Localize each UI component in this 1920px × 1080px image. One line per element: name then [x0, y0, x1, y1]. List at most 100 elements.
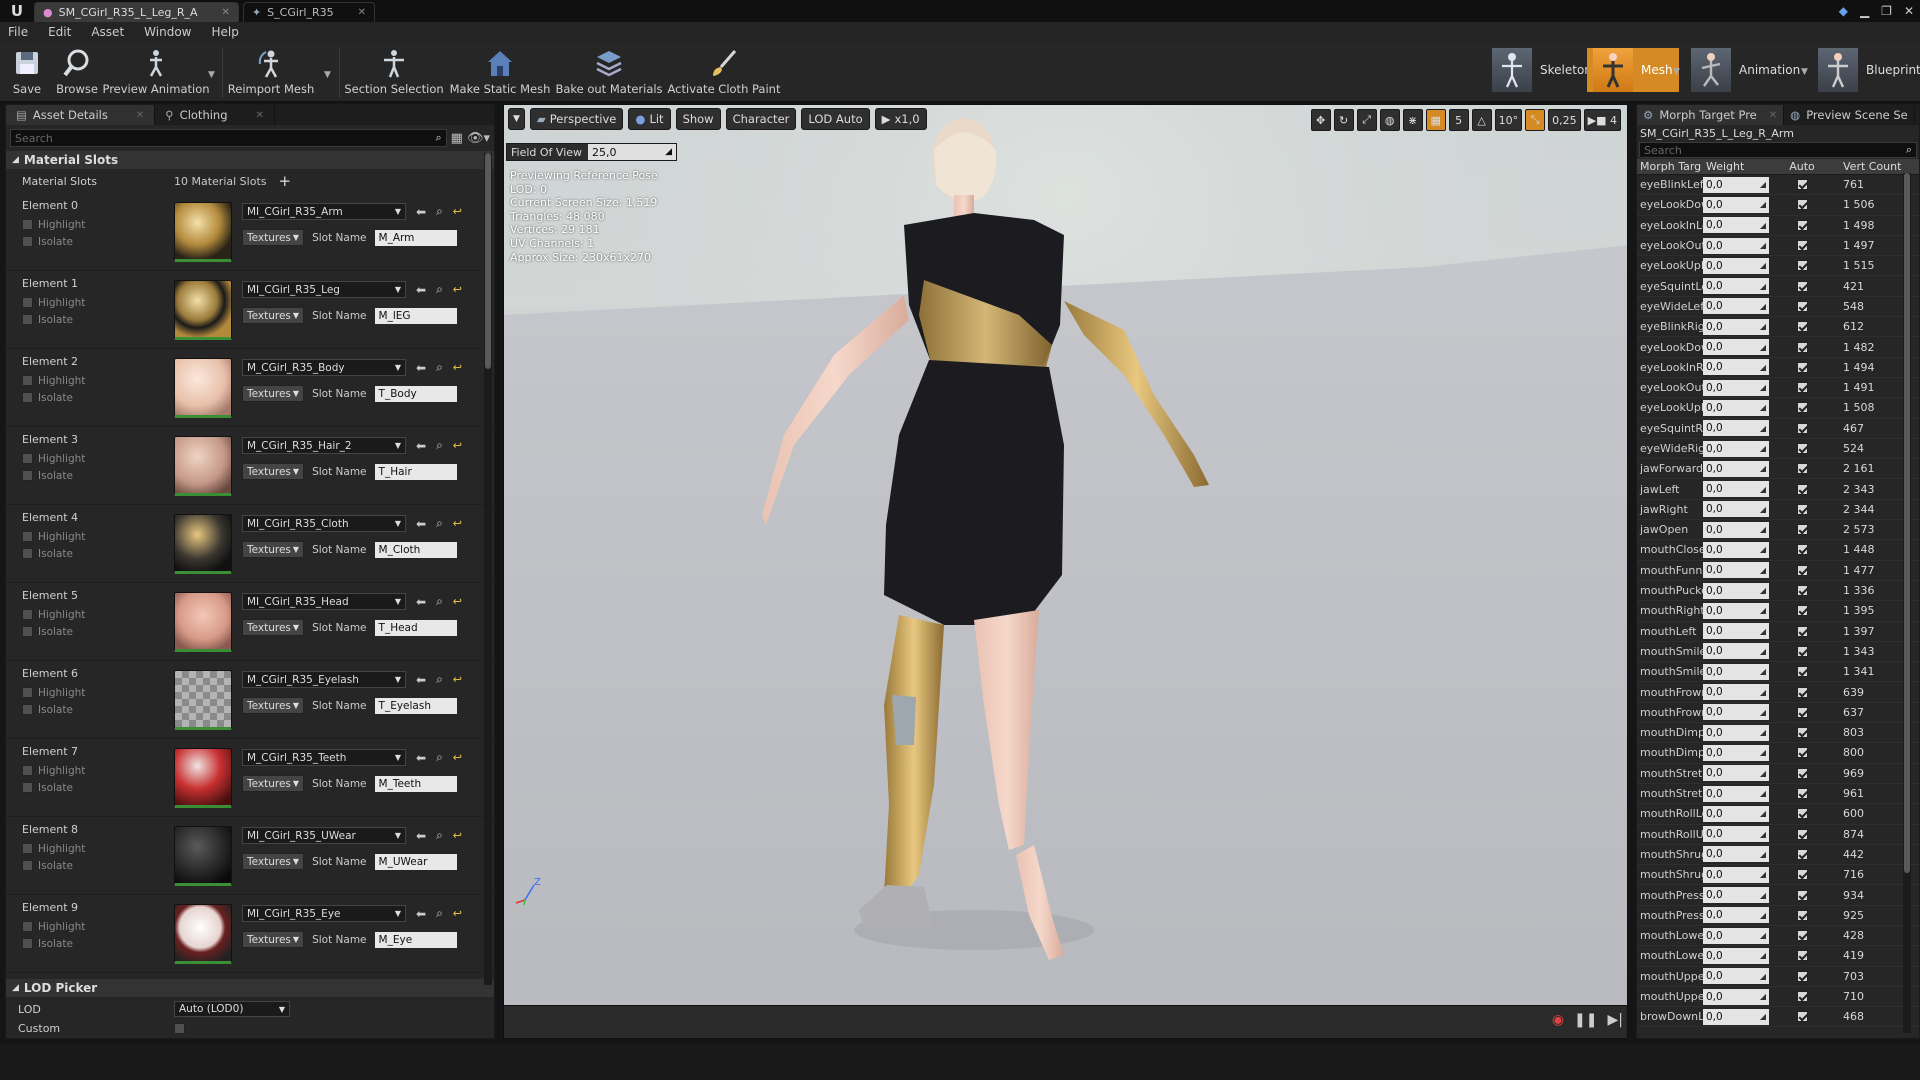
- fov-input[interactable]: 25,0 ◢: [588, 144, 677, 160]
- auto-checkbox[interactable]: [1796, 443, 1808, 454]
- material-dropdown[interactable]: MI_CGirl_R35_Leg ▼: [242, 281, 406, 298]
- weight-input[interactable]: 0,0 ◢: [1703, 278, 1769, 295]
- weight-input[interactable]: 0,0 ◢: [1703, 704, 1769, 721]
- lod-dropdown[interactable]: Auto (LOD0) ▼: [174, 1001, 290, 1017]
- highlight-checkbox[interactable]: [22, 843, 33, 854]
- show-button[interactable]: Show: [675, 108, 721, 130]
- highlight-checkbox[interactable]: [22, 765, 33, 776]
- custom-checkbox[interactable]: [174, 1022, 185, 1034]
- slot-name-input[interactable]: T_Head: [374, 619, 457, 636]
- weight-input[interactable]: 0,0 ◢: [1703, 318, 1769, 335]
- auto-checkbox[interactable]: [1796, 463, 1808, 475]
- translate-icon[interactable]: ✥: [1310, 109, 1331, 131]
- menu-window[interactable]: Window: [144, 25, 191, 39]
- bake-out-materials-button[interactable]: Bake out Materials: [555, 44, 663, 100]
- grid-snap-icon[interactable]: ▦: [1425, 109, 1446, 131]
- isolate-checkbox[interactable]: [22, 470, 33, 481]
- weight-input[interactable]: 0,0 ◢: [1703, 785, 1769, 802]
- weight-input[interactable]: 0,0 ◢: [1703, 805, 1769, 822]
- auto-checkbox[interactable]: [1796, 524, 1808, 536]
- browse-search-icon[interactable]: ⌕: [436, 516, 443, 531]
- weight-input[interactable]: 0,0 ◢: [1703, 582, 1769, 599]
- isolate-option[interactable]: Isolate: [22, 311, 174, 328]
- slot-name-input[interactable]: M_Arm: [374, 229, 457, 246]
- rotate-icon[interactable]: ↻: [1333, 109, 1354, 131]
- use-selected-arrow-icon[interactable]: ⬅: [416, 283, 426, 297]
- menu-asset[interactable]: Asset: [91, 25, 124, 39]
- reset-arrow-icon[interactable]: ↩: [453, 751, 462, 764]
- reset-arrow-icon[interactable]: ↩: [453, 283, 462, 296]
- browse-button[interactable]: Browse: [55, 44, 99, 100]
- textures-dropdown[interactable]: Textures ▼: [242, 307, 305, 324]
- scrollbar-thumb[interactable]: [1904, 173, 1910, 873]
- viewport-scene[interactable]: Z: [504, 105, 1627, 1007]
- auto-checkbox[interactable]: [1796, 991, 1808, 1003]
- isolate-option[interactable]: Isolate: [22, 779, 174, 796]
- auto-checkbox[interactable]: [1796, 869, 1808, 881]
- weight-input[interactable]: 0,0 ◢: [1703, 257, 1769, 274]
- reset-arrow-icon[interactable]: ↩: [453, 673, 462, 686]
- weight-input[interactable]: 0,0 ◢: [1703, 968, 1769, 985]
- browse-search-icon[interactable]: ⌕: [436, 594, 443, 609]
- highlight-option[interactable]: Highlight: [22, 684, 174, 701]
- viewport[interactable]: Z ▼ ▰ Perspective ● Lit Show Character LOD…: [503, 104, 1628, 1039]
- scale-snap-icon[interactable]: ⤡: [1525, 109, 1546, 131]
- auto-checkbox[interactable]: [1796, 199, 1808, 211]
- weight-input[interactable]: 0,0 ◢: [1703, 623, 1769, 640]
- weight-input[interactable]: 0,0 ◢: [1703, 399, 1769, 416]
- details-search-input[interactable]: Search ⌕: [10, 129, 447, 147]
- reset-arrow-icon[interactable]: ↩: [453, 829, 462, 842]
- tab-morph-target-preview[interactable]: ⚙ Morph Target Pre ✕: [1637, 105, 1785, 125]
- reset-arrow-icon[interactable]: ↩: [453, 361, 462, 374]
- playback-speed-button[interactable]: ▶ x1,0: [874, 108, 927, 130]
- reimport-mesh-button[interactable]: Reimport Mesh: [228, 44, 314, 100]
- slot-name-input[interactable]: M_Cloth: [374, 541, 457, 558]
- highlight-checkbox[interactable]: [22, 531, 33, 542]
- material-thumbnail[interactable]: [174, 670, 232, 730]
- auto-checkbox[interactable]: [1796, 544, 1808, 556]
- textures-dropdown[interactable]: Textures ▼: [242, 619, 305, 636]
- highlight-option[interactable]: Highlight: [22, 528, 174, 545]
- isolate-checkbox[interactable]: [22, 236, 33, 247]
- auto-checkbox[interactable]: [1796, 666, 1808, 678]
- material-dropdown[interactable]: MI_CGirl_R35_Arm ▼: [242, 203, 406, 220]
- section-selection-button[interactable]: Section Selection: [344, 44, 444, 100]
- browse-search-icon[interactable]: ⌕: [436, 828, 443, 843]
- textures-dropdown[interactable]: Textures ▼: [242, 775, 305, 792]
- auto-checkbox[interactable]: [1796, 686, 1808, 698]
- scale-icon[interactable]: ⤢: [1356, 109, 1377, 131]
- material-thumbnail[interactable]: [174, 904, 232, 964]
- weight-input[interactable]: 0,0 ◢: [1703, 196, 1769, 213]
- chevron-down-icon[interactable]: ▼: [1801, 67, 1808, 77]
- unreal-logo-icon[interactable]: U: [0, 0, 34, 22]
- auto-checkbox[interactable]: [1796, 889, 1808, 901]
- auto-checkbox[interactable]: [1796, 605, 1808, 617]
- menu-file[interactable]: File: [8, 25, 28, 39]
- auto-checkbox[interactable]: [1796, 950, 1808, 962]
- add-slot-icon[interactable]: +: [279, 172, 292, 190]
- use-selected-arrow-icon[interactable]: ⬅: [416, 673, 426, 687]
- feedback-icon[interactable]: ◆: [1839, 4, 1848, 18]
- isolate-option[interactable]: Isolate: [22, 467, 174, 484]
- weight-input[interactable]: 0,0 ◢: [1703, 501, 1769, 518]
- weight-input[interactable]: 0,0 ◢: [1703, 947, 1769, 964]
- tab-preview-scene-settings[interactable]: ◍ Preview Scene Se: [1784, 105, 1915, 125]
- highlight-checkbox[interactable]: [22, 375, 33, 386]
- auto-checkbox[interactable]: [1796, 422, 1808, 434]
- chevron-down-icon[interactable]: ▼: [324, 70, 331, 80]
- close-icon[interactable]: ✕: [136, 110, 144, 121]
- material-dropdown[interactable]: M_CGirl_R35_Eyelash ▼: [242, 671, 406, 688]
- highlight-option[interactable]: Highlight: [22, 450, 174, 467]
- textures-dropdown[interactable]: Textures ▼: [242, 463, 305, 480]
- weight-input[interactable]: 0,0 ◢: [1703, 602, 1769, 619]
- preview-animation-button[interactable]: Preview Animation: [102, 44, 210, 100]
- material-thumbnail[interactable]: [174, 514, 232, 574]
- auto-checkbox[interactable]: [1796, 909, 1808, 921]
- weight-input[interactable]: 0,0 ◢: [1703, 663, 1769, 680]
- auto-checkbox[interactable]: [1796, 260, 1808, 272]
- material-dropdown[interactable]: MI_CGirl_R35_UWear ▼: [242, 827, 406, 844]
- auto-checkbox[interactable]: [1796, 179, 1808, 191]
- auto-checkbox[interactable]: [1796, 727, 1808, 739]
- weight-input[interactable]: 0,0 ◢: [1703, 359, 1769, 376]
- highlight-option[interactable]: Highlight: [22, 840, 174, 857]
